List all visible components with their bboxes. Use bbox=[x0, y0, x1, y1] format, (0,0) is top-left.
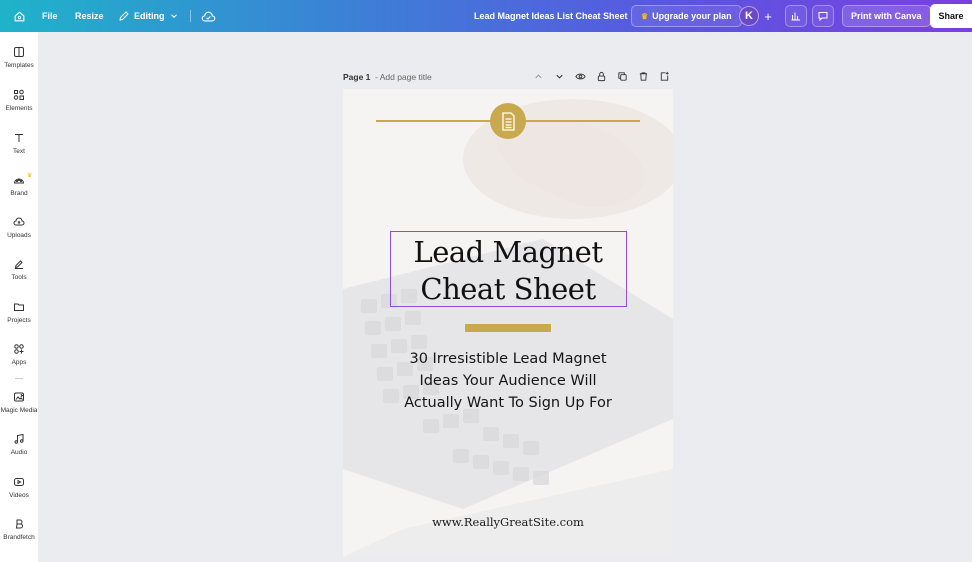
comments-button[interactable] bbox=[812, 5, 834, 27]
duplicate-icon bbox=[618, 72, 627, 81]
sidebar-item-label: Brandfetch bbox=[3, 534, 35, 541]
sidebar-item-brandfetch[interactable]: Brandfetch bbox=[0, 518, 38, 541]
sidebar-item-projects[interactable]: Projects bbox=[0, 301, 38, 324]
trash-icon bbox=[639, 72, 648, 81]
add-page-button[interactable] bbox=[659, 71, 671, 83]
cloud-check-icon bbox=[201, 11, 215, 21]
selected-title-textbox[interactable]: Lead Magnet Cheat Sheet bbox=[390, 231, 627, 307]
side-panel: Templates Elements Text ♛ Brand Uploads … bbox=[0, 32, 38, 562]
gold-divider-bar bbox=[465, 324, 551, 332]
top-toolbar: File Resize Editing Lead Magnet Ideas Li… bbox=[0, 0, 972, 32]
resize-button[interactable]: Resize bbox=[75, 0, 104, 32]
pencil-icon bbox=[119, 11, 129, 21]
insights-button[interactable] bbox=[785, 5, 807, 27]
sidebar-item-label: Videos bbox=[9, 492, 29, 499]
sidebar-item-label: Audio bbox=[10, 449, 28, 456]
sidebar-item-label: Uploads bbox=[7, 232, 31, 239]
crown-icon: ♛ bbox=[27, 173, 33, 179]
design-page[interactable]: Lead Magnet Cheat Sheet 30 Irresistible … bbox=[343, 89, 673, 557]
sidebar-item-label: Elements bbox=[5, 105, 33, 112]
design-subtitle[interactable]: 30 Irresistible Lead Magnet Ideas Your A… bbox=[383, 348, 633, 414]
sidebar-item-tools[interactable]: Tools bbox=[0, 258, 38, 281]
chevron-down-icon bbox=[556, 74, 563, 79]
toolbar-divider bbox=[190, 10, 191, 22]
design-title-line-1: Lead Magnet bbox=[413, 235, 603, 269]
sidebar-item-label: Projects bbox=[7, 317, 31, 324]
upgrade-label: Upgrade your plan bbox=[652, 11, 732, 21]
editing-mode-button[interactable]: Editing bbox=[118, 0, 179, 32]
delete-page-button[interactable] bbox=[638, 71, 650, 83]
laptop-background-image bbox=[343, 89, 673, 557]
sidebar-item-apps[interactable]: Apps bbox=[0, 343, 38, 366]
subtitle-line-1: 30 Irresistible Lead Magnet bbox=[409, 351, 607, 367]
elements-icon bbox=[13, 89, 24, 100]
sidebar-item-audio[interactable]: Audio bbox=[0, 433, 38, 456]
tools-icon bbox=[14, 260, 23, 269]
uploads-icon bbox=[13, 217, 25, 226]
sidebar-item-label: Templates bbox=[4, 62, 34, 69]
header-rule-left bbox=[376, 120, 490, 122]
eye-icon bbox=[575, 73, 586, 80]
sidebar-item-brand[interactable]: ♛ Brand bbox=[0, 173, 38, 197]
sidebar-item-label: Apps bbox=[11, 359, 27, 366]
move-page-up-button[interactable] bbox=[533, 71, 545, 83]
document-badge bbox=[490, 103, 526, 139]
document-title[interactable]: Lead Magnet Ideas List Cheat Sheet bbox=[474, 0, 628, 32]
bar-chart-icon bbox=[791, 12, 800, 21]
document-icon bbox=[502, 111, 515, 131]
templates-icon bbox=[14, 47, 24, 57]
apps-icon bbox=[14, 344, 24, 354]
sidebar-item-label: Brand bbox=[10, 190, 28, 197]
duplicate-page-button[interactable] bbox=[617, 71, 629, 83]
page-header: Page 1 - Add page title bbox=[343, 71, 673, 85]
subtitle-line-2: Ideas Your Audience Will bbox=[419, 373, 597, 389]
add-collaborator-button[interactable]: + bbox=[761, 0, 775, 32]
sidebar-item-videos[interactable]: Videos bbox=[0, 476, 38, 499]
sidebar-item-uploads[interactable]: Uploads bbox=[0, 216, 38, 239]
sidebar-item-label: Tools bbox=[11, 274, 27, 281]
add-page-icon bbox=[660, 71, 669, 81]
lock-page-button[interactable] bbox=[596, 71, 608, 83]
sidebar-item-magic-media[interactable]: Magic Media bbox=[0, 391, 38, 414]
hide-page-button[interactable] bbox=[575, 71, 587, 83]
avatar[interactable]: K bbox=[739, 6, 759, 26]
sidebar-item-elements[interactable]: Elements bbox=[0, 89, 38, 112]
home-button[interactable] bbox=[8, 0, 30, 32]
subtitle-line-3: Actually Want To Sign Up For bbox=[404, 395, 612, 411]
print-with-canva-button[interactable]: Print with Canva bbox=[842, 5, 931, 27]
sidebar-item-text[interactable]: Text bbox=[0, 132, 38, 155]
audio-icon bbox=[14, 433, 24, 444]
move-page-down-button[interactable] bbox=[554, 71, 566, 83]
page-number-label: Page 1 bbox=[343, 72, 371, 82]
save-status-button[interactable] bbox=[199, 0, 217, 32]
crown-icon: ♛ bbox=[641, 11, 649, 21]
lock-icon bbox=[597, 71, 606, 82]
brand-icon bbox=[13, 178, 25, 184]
magic-media-icon bbox=[14, 392, 24, 402]
chevron-up-icon bbox=[535, 74, 542, 79]
upgrade-plan-button[interactable]: ♛ Upgrade your plan bbox=[631, 5, 742, 27]
sidebar-item-label: Text bbox=[13, 148, 25, 155]
sidebar-item-label: Magic Media bbox=[0, 407, 38, 414]
page-title-input[interactable]: - Add page title bbox=[375, 72, 432, 82]
chevron-down-icon bbox=[170, 14, 177, 18]
header-rule-right bbox=[526, 120, 640, 122]
comment-icon bbox=[818, 12, 828, 22]
file-menu-button[interactable]: File bbox=[42, 0, 58, 32]
sidebar-item-templates[interactable]: Templates bbox=[0, 46, 38, 69]
design-title: Lead Magnet Cheat Sheet bbox=[391, 234, 625, 308]
design-title-line-2: Cheat Sheet bbox=[420, 272, 596, 306]
brandfetch-icon bbox=[15, 519, 23, 529]
projects-icon bbox=[14, 303, 24, 311]
sidebar-divider bbox=[15, 378, 23, 379]
share-button[interactable]: Share bbox=[930, 4, 972, 28]
videos-icon bbox=[14, 478, 24, 486]
text-icon bbox=[15, 134, 23, 142]
website-text[interactable]: www.ReallyGreatSite.com bbox=[403, 515, 613, 529]
editing-label: Editing bbox=[134, 11, 165, 21]
home-icon bbox=[14, 10, 24, 21]
